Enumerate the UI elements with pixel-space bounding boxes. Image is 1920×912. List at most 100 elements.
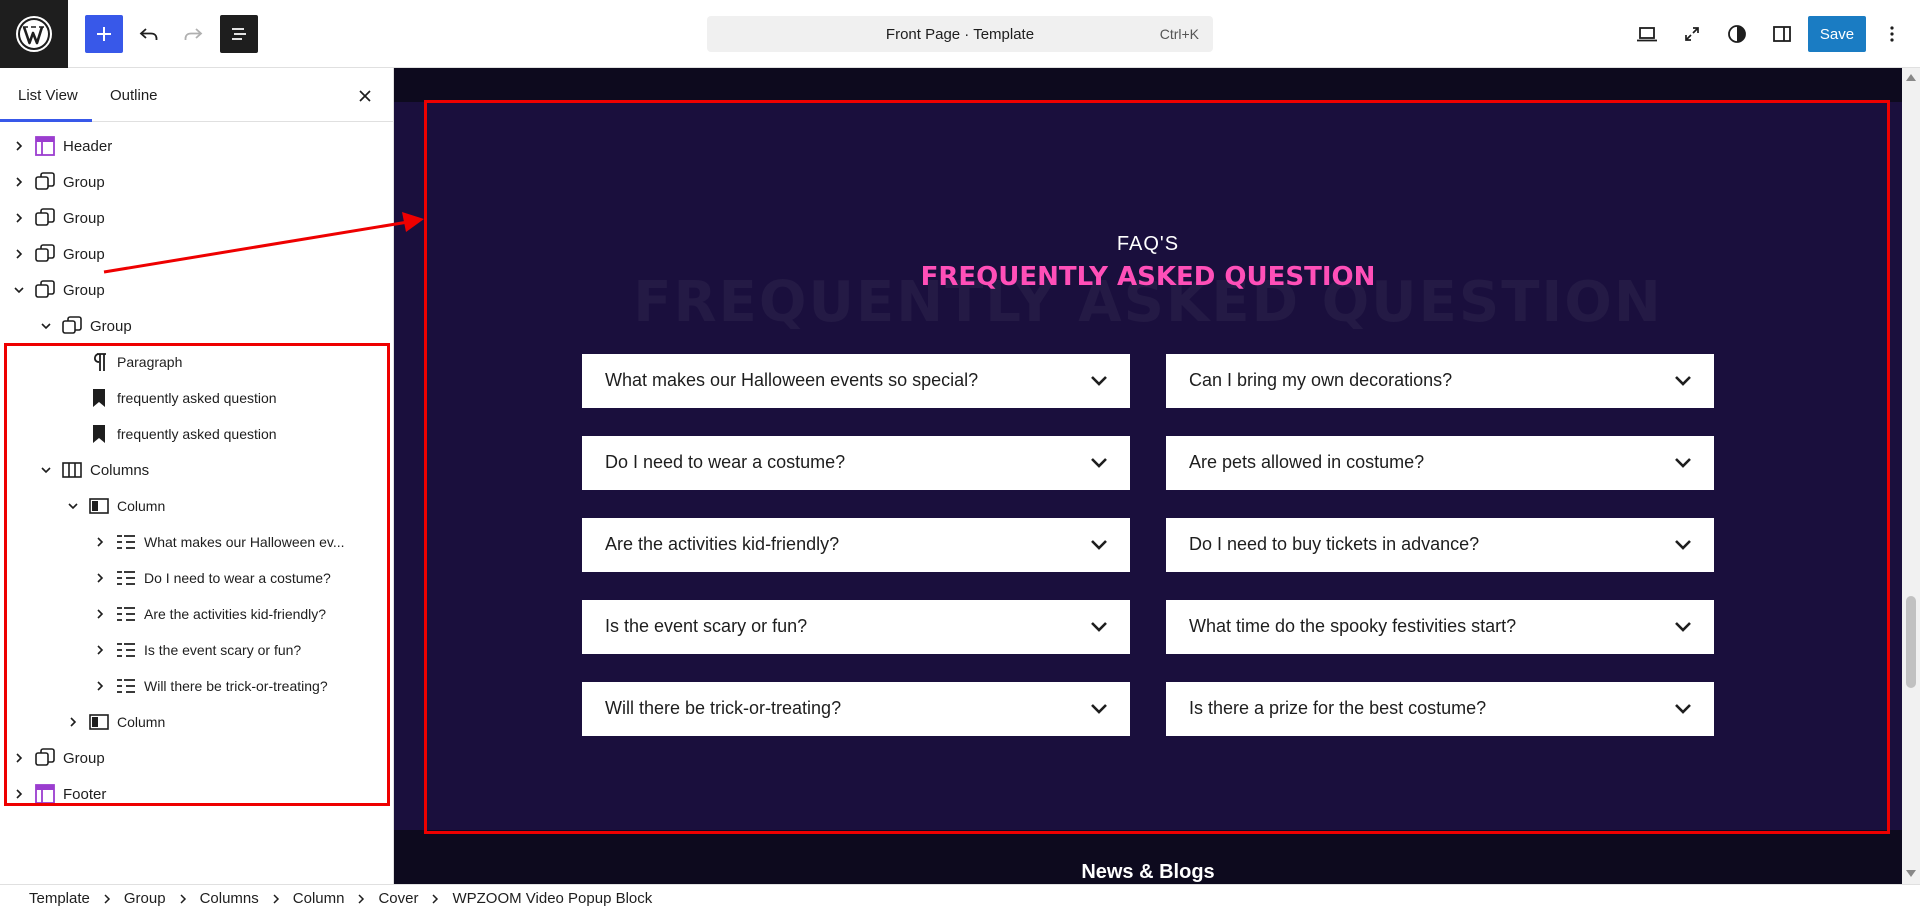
more-options-button[interactable]: [1873, 15, 1911, 53]
redo-icon: [184, 28, 203, 40]
chevron-down-icon[interactable]: [39, 463, 53, 477]
add-block-button[interactable]: [85, 15, 123, 53]
command-center[interactable]: Front Page · Template Ctrl+K: [707, 16, 1213, 52]
breadcrumb-item[interactable]: Template: [29, 890, 90, 907]
list-view-item[interactable]: Footer: [0, 776, 392, 812]
list-view-item[interactable]: Are the activities kid-friendly?: [0, 596, 392, 632]
column-icon: [89, 498, 109, 514]
list-view-item[interactable]: Columns: [0, 452, 392, 488]
breadcrumb-item[interactable]: Group: [124, 890, 166, 907]
save-button[interactable]: Save: [1808, 16, 1866, 52]
scroll-up-arrow[interactable]: [1906, 74, 1916, 81]
faq-question: Is there a prize for the best costume?: [1189, 698, 1487, 718]
scroll-down-arrow[interactable]: [1906, 870, 1916, 877]
chevron-down-icon[interactable]: [39, 319, 53, 333]
undo-button[interactable]: [130, 15, 168, 53]
list-view-item[interactable]: Group: [0, 740, 392, 776]
list-view-item[interactable]: Group: [0, 272, 392, 308]
list-view-item[interactable]: Group: [0, 164, 392, 200]
faq-section[interactable]: FAQ'S frequently asked question frequent…: [394, 102, 1902, 830]
editor-topbar: Front Page · Template Ctrl+K Save: [0, 0, 1920, 68]
list-view-item[interactable]: What makes our Halloween ev...: [0, 524, 392, 560]
faq-question: Will there be trick-or-treating?: [605, 698, 842, 718]
group-icon: [35, 208, 55, 226]
chevron-down-icon[interactable]: [12, 283, 26, 297]
breadcrumb-item[interactable]: Column: [293, 890, 345, 907]
faq-accordion-item[interactable]: Can I bring my own decorations?: [1166, 354, 1714, 408]
close-sidebar-button[interactable]: [353, 84, 377, 108]
wordpress-logo-button[interactable]: [0, 0, 68, 68]
list-view-item-label: Footer: [63, 786, 107, 803]
chevron-right-icon[interactable]: [66, 715, 80, 729]
chevron-right-icon[interactable]: [12, 787, 26, 801]
document-overview-button[interactable]: [220, 15, 258, 53]
list-view-item[interactable]: frequently asked question: [0, 380, 392, 416]
faq-accordion-item[interactable]: What time do the spooky festivities star…: [1166, 600, 1714, 654]
redo-button[interactable]: [174, 15, 212, 53]
list-view-item-label: Group: [63, 174, 105, 191]
tab-outline[interactable]: Outline: [110, 87, 158, 104]
chevron-right-icon[interactable]: [12, 751, 26, 765]
editor-canvas[interactable]: FAQ'S frequently asked question frequent…: [394, 68, 1902, 884]
settings-sidebar-toggle[interactable]: [1763, 15, 1801, 53]
group-icon: [35, 244, 55, 262]
desktop-preview-button[interactable]: [1628, 15, 1666, 53]
faq-heading[interactable]: frequently asked question: [394, 262, 1902, 292]
template-title: Front Page · Template: [885, 26, 1035, 43]
desktop-preview-icon: [1637, 27, 1657, 42]
chevron-right-icon: [97, 645, 104, 655]
faq-accordion-item[interactable]: Do I need to wear a costume?: [582, 436, 1130, 490]
list-view-item[interactable]: Group: [0, 308, 392, 344]
faq-accordion-item[interactable]: Is the event scary or fun?: [582, 600, 1130, 654]
chevron-right-icon[interactable]: [93, 535, 107, 549]
chevron-right-icon[interactable]: [93, 607, 107, 621]
chevron-right-icon[interactable]: [12, 211, 26, 225]
list-view-item[interactable]: Header: [0, 128, 392, 164]
chevron-right-icon[interactable]: [93, 643, 107, 657]
block-breadcrumb: Template Group Columns Column Cover WPZOOM Vi…: [0, 884, 1920, 912]
chevron-down-icon: [1675, 704, 1691, 714]
group-icon: [62, 316, 82, 334]
styles-button[interactable]: [1718, 15, 1756, 53]
chevron-down-icon: [1091, 540, 1107, 550]
group-icon: [61, 315, 83, 337]
breadcrumb-item[interactable]: Cover: [378, 890, 418, 907]
chevron-right-icon[interactable]: [93, 679, 107, 693]
chevron-right-icon: [16, 249, 23, 259]
breadcrumb-item[interactable]: WPZOOM Video Popup Block: [452, 890, 652, 907]
canvas-scrollbar[interactable]: [1902, 68, 1920, 884]
faq-accordion-item[interactable]: What makes our Halloween events so speci…: [582, 354, 1130, 408]
list-view-item[interactable]: Column: [0, 488, 392, 524]
tab-list-view[interactable]: List View: [18, 87, 78, 104]
list-view-item[interactable]: Is the event scary or fun?: [0, 632, 392, 668]
faq-eyebrow[interactable]: FAQ'S: [394, 233, 1902, 256]
chevron-right-icon[interactable]: [12, 139, 26, 153]
news-blogs-heading[interactable]: News & Blogs: [394, 861, 1902, 884]
chevron-right-icon[interactable]: [12, 175, 26, 189]
list-view-item-label: Group: [63, 246, 105, 263]
list-view-item-label: Group: [63, 210, 105, 227]
list-view-item[interactable]: Group: [0, 236, 392, 272]
bookmark-icon: [88, 387, 110, 409]
faq-accordion-item[interactable]: Do I need to buy tickets in advance?: [1166, 518, 1714, 572]
breadcrumb-item[interactable]: Columns: [200, 890, 259, 907]
faq-accordion-item[interactable]: Are pets allowed in costume?: [1166, 436, 1714, 490]
faq-accordion-item[interactable]: Is there a prize for the best costume?: [1166, 682, 1714, 736]
list-view-item-label: Columns: [90, 462, 150, 479]
list-view-item[interactable]: Paragraph: [0, 344, 392, 380]
chevron-right-icon[interactable]: [12, 247, 26, 261]
list-view-item[interactable]: Group: [0, 200, 392, 236]
list-view-item[interactable]: Will there be trick-or-treating?: [0, 668, 392, 704]
chevron-right-icon[interactable]: [93, 571, 107, 585]
chevron-right-icon: [16, 141, 23, 151]
paragraph-icon: [93, 353, 106, 371]
faq-accordion-item[interactable]: Are the activities kid-friendly?: [582, 518, 1130, 572]
fullscreen-button[interactable]: [1673, 15, 1711, 53]
list-view-item[interactable]: Column: [0, 704, 392, 740]
list-view-item[interactable]: frequently asked question: [0, 416, 392, 452]
faq-accordion-item[interactable]: Will there be trick-or-treating?: [582, 682, 1130, 736]
list-view-item[interactable]: Do I need to wear a costume?: [0, 560, 392, 596]
scroll-thumb[interactable]: [1906, 596, 1916, 688]
active-tab-indicator: [0, 119, 92, 122]
chevron-down-icon[interactable]: [66, 499, 80, 513]
